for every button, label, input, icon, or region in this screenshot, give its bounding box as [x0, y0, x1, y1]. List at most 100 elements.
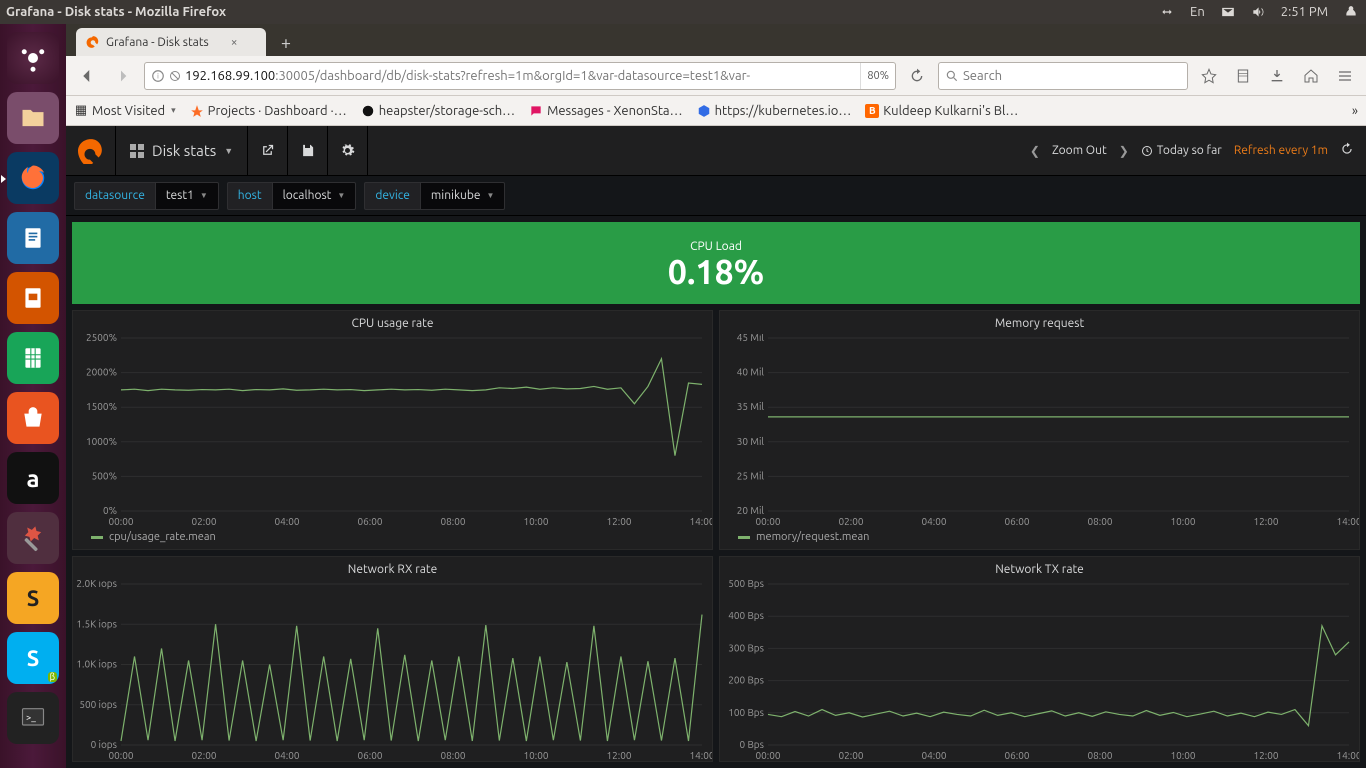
menu-button[interactable]	[1330, 61, 1360, 91]
svg-text:10:00: 10:00	[1170, 516, 1195, 527]
time-range-picker[interactable]: Today so far	[1141, 144, 1222, 157]
firefox-window: Grafana - Disk stats × + i 192.168.99.10…	[66, 24, 1366, 768]
writer-icon[interactable]	[7, 212, 59, 264]
browser-tab[interactable]: Grafana - Disk stats ×	[76, 28, 266, 56]
grafana-favicon	[86, 35, 100, 49]
back-button[interactable]	[72, 61, 102, 91]
panel-net-tx[interactable]: Network TX rate 0 Bps100 Bps200 Bps300 B…	[719, 556, 1360, 762]
svg-text:04:00: 04:00	[274, 516, 299, 527]
svg-text:1.0K iops: 1.0K iops	[76, 659, 117, 670]
svg-text:0%: 0%	[103, 505, 117, 516]
share-button[interactable]	[248, 126, 288, 176]
refresh-button[interactable]	[1340, 142, 1354, 159]
network-indicator[interactable]	[1152, 5, 1182, 19]
session-indicator[interactable]	[1336, 5, 1366, 19]
grafana-logo[interactable]	[66, 126, 116, 176]
new-tab-button[interactable]: +	[272, 30, 300, 56]
settings-button[interactable]	[328, 126, 368, 176]
forward-button[interactable]	[108, 61, 138, 91]
sound-indicator[interactable]	[1243, 5, 1273, 19]
amazon-icon[interactable]: a	[7, 452, 59, 504]
bookmark-messages[interactable]: Messages - XenonSta…	[529, 104, 682, 118]
software-icon[interactable]	[7, 392, 59, 444]
skype-icon[interactable]: Sβ	[7, 632, 59, 684]
svg-text:25 Mil: 25 Mil	[737, 470, 765, 481]
svg-text:08:00: 08:00	[440, 750, 465, 761]
panel-cpu-usage[interactable]: CPU usage rate 0%500%1000%1500%2000%2500…	[72, 310, 713, 550]
nav-toolbar: i 192.168.99.100:30005/dashboard/db/disk…	[66, 56, 1366, 96]
sublime-icon[interactable]: S	[7, 572, 59, 624]
settings-icon[interactable]	[7, 512, 59, 564]
bookmarks-overflow[interactable]: »	[1352, 104, 1358, 118]
bookmark-star-button[interactable]	[1194, 61, 1224, 91]
dash-icon[interactable]	[7, 32, 59, 84]
tab-close-icon[interactable]: ×	[231, 36, 238, 49]
svg-text:10:00: 10:00	[523, 516, 548, 527]
svg-text:500 Bps: 500 Bps	[728, 580, 764, 589]
bookmark-projects[interactable]: Projects · Dashboard ·…	[190, 104, 347, 118]
mail-indicator[interactable]	[1213, 5, 1243, 19]
search-bar[interactable]: Search	[938, 62, 1188, 90]
save-button[interactable]	[288, 126, 328, 176]
unity-launcher: a S Sβ >_	[0, 24, 66, 768]
cpu-load-value: 0.18%	[668, 253, 764, 291]
svg-text:02:00: 02:00	[838, 516, 863, 527]
files-icon[interactable]	[7, 92, 59, 144]
var-host-value[interactable]: localhost▼	[272, 182, 357, 210]
var-datasource: datasource test1▼	[74, 182, 219, 210]
dashboard-picker[interactable]: Disk stats ▼	[116, 126, 248, 175]
var-host: host localhost▼	[227, 182, 357, 210]
bookmark-most-visited[interactable]: ▦Most Visited▾	[74, 104, 176, 118]
library-button[interactable]	[1228, 61, 1258, 91]
time-back-button[interactable]: ❮	[1030, 144, 1040, 158]
svg-text:300 Bps: 300 Bps	[728, 642, 764, 653]
svg-text:1000%: 1000%	[86, 436, 117, 447]
dashboard-body: CPU Load 0.18% CPU usage rate 0%500%1000…	[66, 216, 1366, 768]
terminal-icon[interactable]: >_	[7, 692, 59, 744]
zoom-out-button[interactable]: Zoom Out	[1052, 144, 1107, 157]
svg-text:12:00: 12:00	[606, 516, 631, 527]
identity-icon[interactable]: i	[151, 69, 181, 83]
time-forward-button[interactable]: ❯	[1119, 144, 1129, 158]
var-device: device minikube▼	[364, 182, 505, 210]
svg-text:10:00: 10:00	[1170, 750, 1195, 761]
tab-strip: Grafana - Disk stats × +	[66, 24, 1366, 56]
panel-net-rx[interactable]: Network RX rate 0 iops500 iops1.0K iops1…	[72, 556, 713, 762]
url-bar[interactable]: i 192.168.99.100:30005/dashboard/db/disk…	[144, 62, 896, 90]
svg-text:00:00: 00:00	[108, 516, 133, 527]
svg-text:40 Mil: 40 Mil	[737, 367, 765, 378]
bookmark-heapster[interactable]: heapster/storage-sch…	[361, 104, 515, 118]
downloads-button[interactable]	[1262, 61, 1292, 91]
bookmark-kuldeep[interactable]: BKuldeep Kulkarni's Bl…	[865, 104, 1018, 118]
zoom-level[interactable]: 80%	[860, 63, 889, 89]
var-datasource-value[interactable]: test1▼	[155, 182, 219, 210]
keyboard-indicator[interactable]: En	[1182, 5, 1213, 19]
svg-text:100 Bps: 100 Bps	[728, 707, 764, 718]
svg-text:04:00: 04:00	[921, 516, 946, 527]
svg-text:2500%: 2500%	[86, 334, 117, 343]
panel-cpu-load[interactable]: CPU Load 0.18%	[72, 222, 1360, 304]
impress-icon[interactable]	[7, 272, 59, 324]
calc-icon[interactable]	[7, 332, 59, 384]
clock[interactable]: 2:51 PM	[1273, 5, 1336, 19]
svg-text:00:00: 00:00	[108, 750, 133, 761]
var-device-value[interactable]: minikube▼	[420, 182, 506, 210]
ubuntu-top-panel: Grafana - Disk stats - Mozilla Firefox E…	[0, 0, 1366, 24]
window-title: Grafana - Disk stats - Mozilla Firefox	[0, 5, 226, 19]
svg-text:0 Bps: 0 Bps	[740, 739, 764, 750]
reload-button[interactable]	[902, 61, 932, 91]
refresh-interval[interactable]: Refresh every 1m	[1234, 144, 1328, 157]
bookmark-kubernetes[interactable]: https://kubernetes.io…	[697, 104, 852, 118]
svg-text:08:00: 08:00	[1087, 750, 1112, 761]
svg-text:2000%: 2000%	[86, 367, 117, 378]
bookmarks-bar: ▦Most Visited▾ Projects · Dashboard ·… h…	[66, 96, 1366, 126]
home-button[interactable]	[1296, 61, 1326, 91]
svg-text:00:00: 00:00	[755, 516, 780, 527]
svg-text:04:00: 04:00	[274, 750, 299, 761]
tab-title: Grafana - Disk stats	[106, 36, 209, 49]
svg-text:14:00: 14:00	[689, 516, 712, 527]
svg-text:>_: >_	[26, 711, 36, 722]
firefox-icon[interactable]	[7, 152, 59, 204]
panel-memory-request[interactable]: Memory request 20 Mil25 Mil30 Mil35 Mil4…	[719, 310, 1360, 550]
grafana-navbar: Disk stats ▼ ❮ Zoom Out ❯ Today so far R…	[66, 126, 1366, 176]
